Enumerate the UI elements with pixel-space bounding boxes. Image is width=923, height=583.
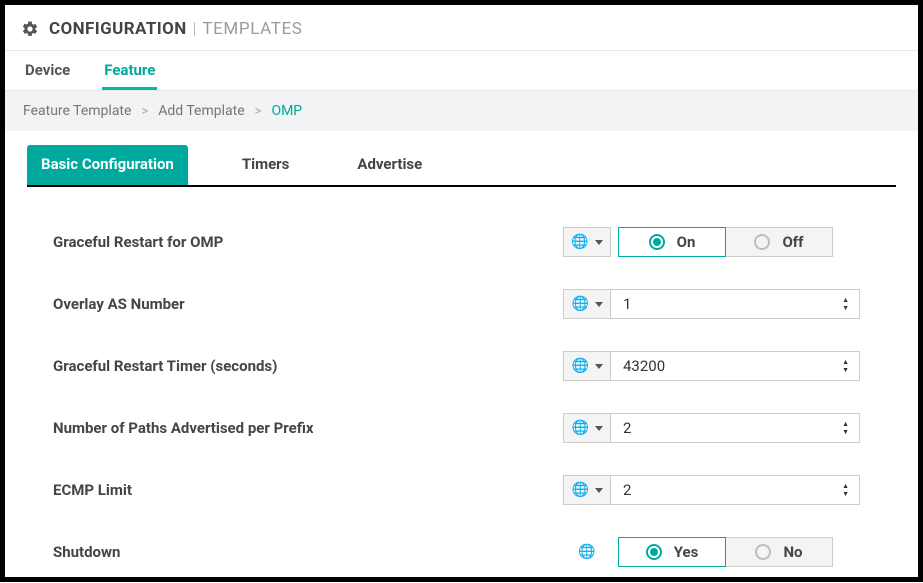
tab-timers[interactable]: Timers — [228, 145, 304, 185]
crumb-omp: OMP — [271, 103, 302, 119]
chevron-down-icon — [595, 364, 603, 369]
number-stepper[interactable]: ▲▼ — [842, 421, 849, 435]
scope-indicator[interactable]: 🌐 — [563, 537, 611, 567]
row-shutdown: Shutdown 🌐 Yes No — [53, 521, 884, 583]
toggle-off-label: Off — [782, 233, 803, 251]
scope-dropdown[interactable]: 🌐 — [563, 227, 611, 257]
scope-dropdown[interactable]: 🌐 — [563, 413, 611, 443]
toggle-yes-label: Yes — [674, 543, 699, 561]
globe-icon: 🌐 — [572, 421, 589, 435]
row-gr-timer: Graceful Restart Timer (seconds) 🌐 43200… — [53, 335, 884, 397]
radio-icon — [649, 234, 665, 250]
gr-timer-input[interactable]: 43200 ▲▼ — [610, 351, 860, 381]
chevron-down-icon — [595, 488, 603, 493]
globe-icon: 🌐 — [572, 483, 589, 497]
toggle-on-label: On — [677, 233, 696, 251]
globe-icon: 🌐 — [572, 359, 589, 373]
chevron-right-icon: > — [141, 104, 148, 119]
radio-icon — [646, 544, 662, 560]
overlay-as-input[interactable]: 1 ▲▼ — [610, 289, 860, 319]
crumb-add-template[interactable]: Add Template — [158, 103, 244, 119]
toggle-off[interactable]: Off — [725, 227, 833, 257]
gr-timer-value: 43200 — [623, 357, 842, 375]
tab-basic-configuration[interactable]: Basic Configuration — [27, 145, 188, 185]
number-stepper[interactable]: ▲▼ — [842, 297, 849, 311]
toggle-no[interactable]: No — [725, 537, 833, 567]
form-body: Graceful Restart for OMP 🌐 On Off — [5, 187, 918, 583]
row-paths-per-prefix: Number of Paths Advertised per Prefix 🌐 … — [53, 397, 884, 459]
paths-per-prefix-input[interactable]: 2 ▲▼ — [610, 413, 860, 443]
crumb-feature-template[interactable]: Feature Template — [23, 103, 131, 119]
top-tabs: Device Feature — [5, 51, 918, 91]
tab-advertise[interactable]: Advertise — [343, 145, 436, 185]
ecmp-limit-value: 2 — [623, 481, 842, 499]
chevron-down-icon — [595, 240, 603, 245]
chevron-down-icon — [595, 426, 603, 431]
overlay-as-value: 1 — [623, 295, 842, 313]
scope-dropdown[interactable]: 🌐 — [563, 289, 611, 319]
toggle-no-label: No — [783, 543, 802, 561]
label-paths-per-prefix: Number of Paths Advertised per Prefix — [53, 419, 563, 437]
label-overlay-as: Overlay AS Number — [53, 295, 563, 313]
section-tabs: Basic Configuration Timers Advertise — [27, 139, 896, 187]
label-graceful-restart: Graceful Restart for OMP — [53, 233, 563, 251]
toggle-yes[interactable]: Yes — [618, 537, 726, 567]
row-ecmp-limit: ECMP Limit 🌐 2 ▲▼ — [53, 459, 884, 521]
toggle-on[interactable]: On — [618, 227, 726, 257]
radio-icon — [754, 234, 770, 250]
row-overlay-as: Overlay AS Number 🌐 1 ▲▼ — [53, 273, 884, 335]
page-title: CONFIGURATION — [49, 19, 187, 39]
row-graceful-restart: Graceful Restart for OMP 🌐 On Off — [53, 211, 884, 273]
globe-icon: 🌐 — [572, 297, 589, 311]
page-subtitle: TEMPLATES — [202, 19, 302, 39]
breadcrumb: Feature Template > Add Template > OMP — [5, 91, 918, 131]
chevron-down-icon — [595, 302, 603, 307]
tab-device[interactable]: Device — [23, 51, 72, 90]
globe-icon: 🌐 — [571, 235, 588, 249]
gear-icon — [21, 20, 39, 38]
tab-feature[interactable]: Feature — [102, 51, 157, 90]
globe-icon: 🌐 — [578, 545, 595, 559]
page-header: CONFIGURATION | TEMPLATES — [5, 7, 918, 51]
label-gr-timer: Graceful Restart Timer (seconds) — [53, 357, 563, 375]
chevron-right-icon: > — [255, 104, 262, 119]
radio-icon — [755, 544, 771, 560]
ecmp-limit-input[interactable]: 2 ▲▼ — [610, 475, 860, 505]
paths-per-prefix-value: 2 — [623, 419, 842, 437]
scope-dropdown[interactable]: 🌐 — [563, 351, 611, 381]
number-stepper[interactable]: ▲▼ — [842, 483, 849, 497]
title-separator: | — [193, 19, 197, 39]
scope-dropdown[interactable]: 🌐 — [563, 475, 611, 505]
label-ecmp-limit: ECMP Limit — [53, 481, 563, 499]
label-shutdown: Shutdown — [53, 543, 563, 561]
number-stepper[interactable]: ▲▼ — [842, 359, 849, 373]
